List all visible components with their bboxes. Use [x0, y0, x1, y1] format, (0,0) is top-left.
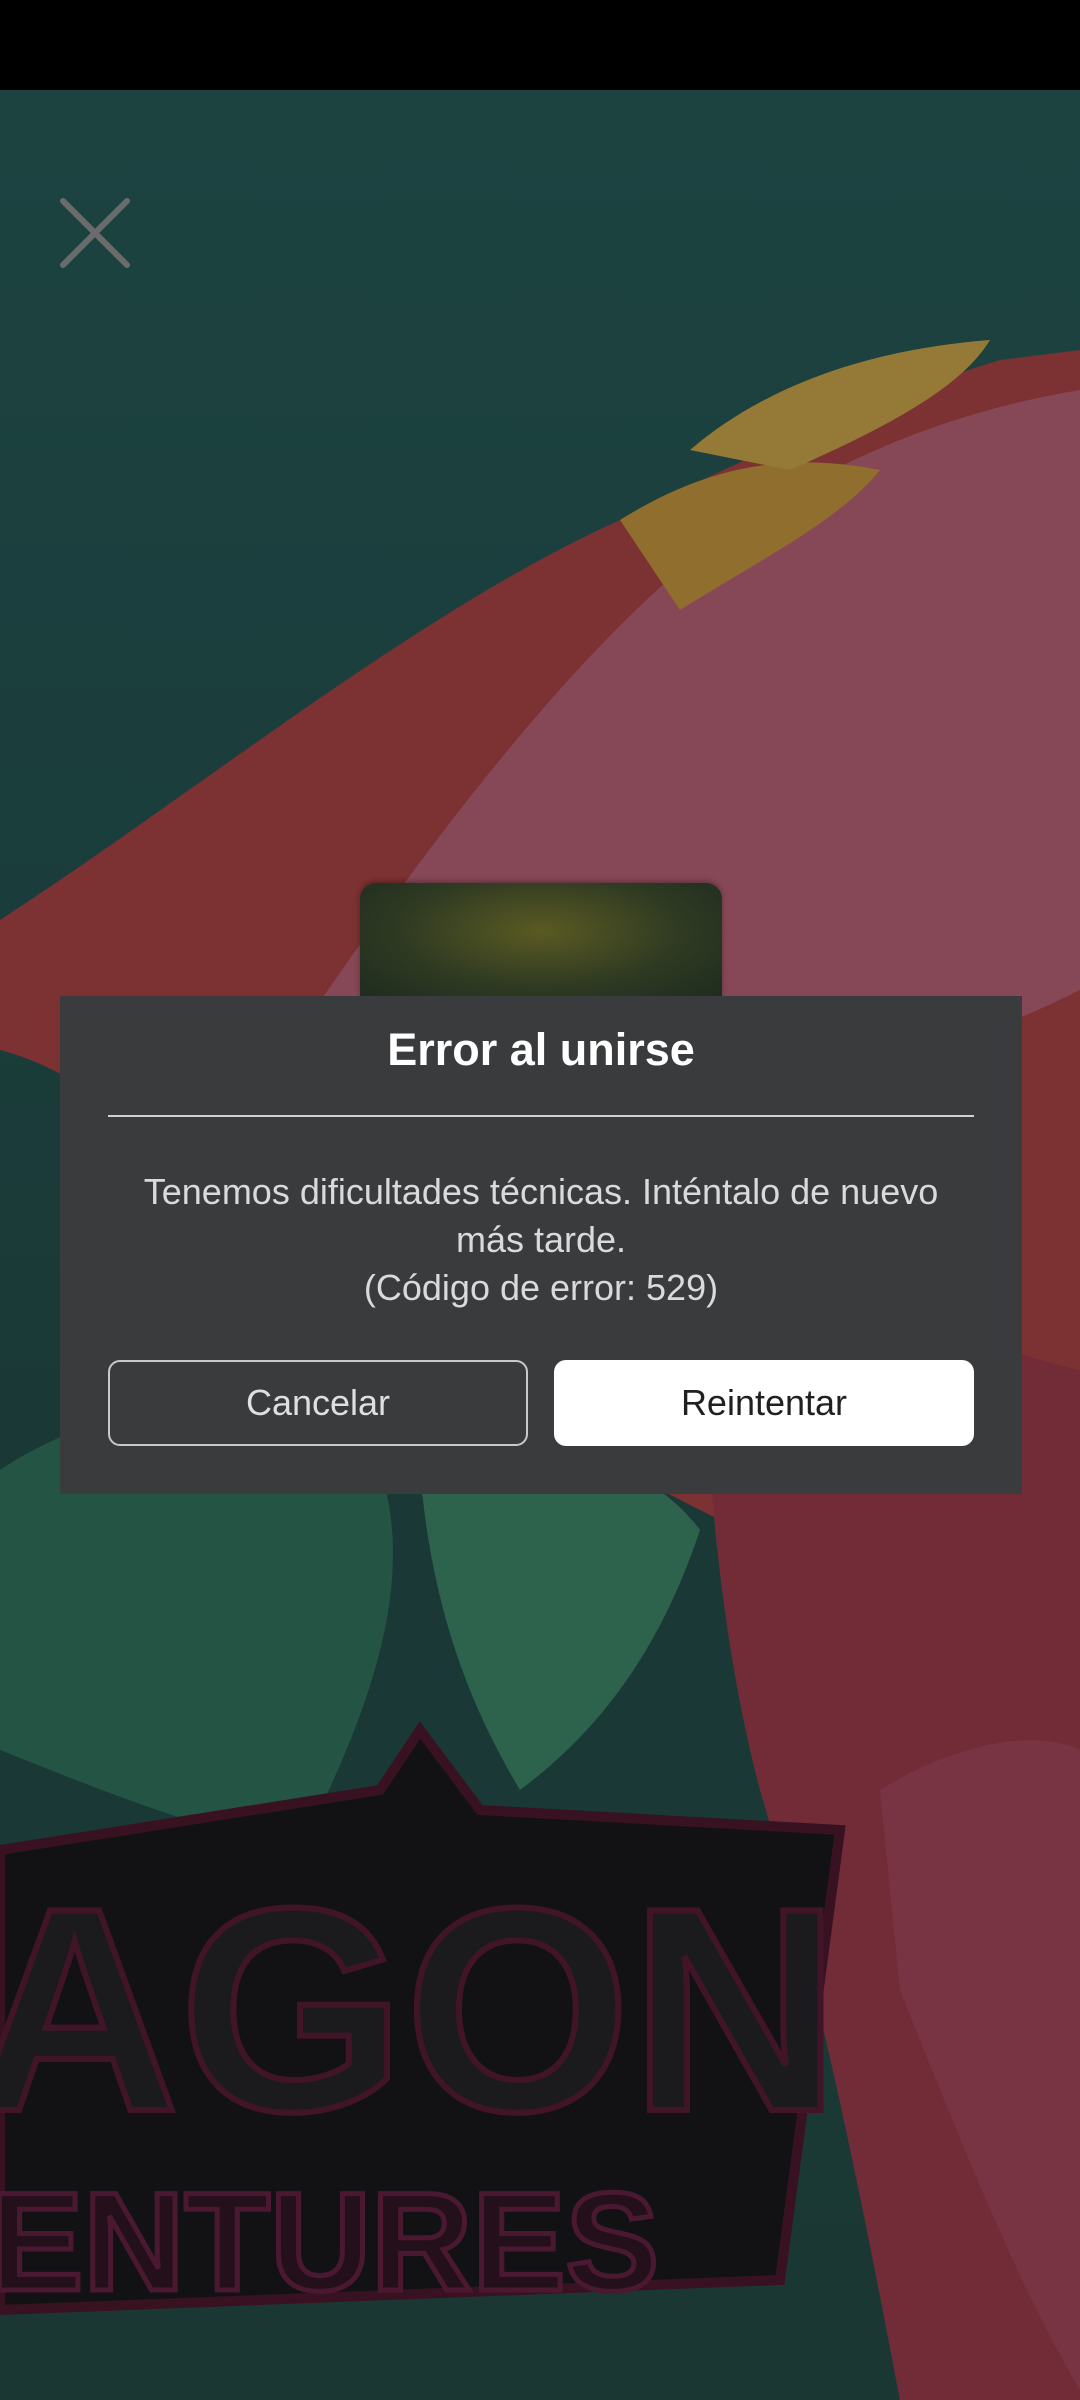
game-thumbnail [360, 883, 722, 1003]
error-code-text: (Código de error: 529) [363, 1267, 719, 1308]
error-message-text: Tenemos dificultades técnicas. Inténtalo… [143, 1171, 939, 1260]
close-button[interactable] [52, 190, 138, 276]
retry-button[interactable]: Reintentar [554, 1360, 974, 1446]
dialog-message: Tenemos dificultades técnicas. Inténtalo… [120, 1168, 962, 1312]
dialog-title: Error al unirse [387, 1024, 695, 1075]
status-bar [0, 0, 1080, 90]
error-dialog: Error al unirse Tenemos dificultades téc… [60, 996, 1022, 1494]
dialog-divider [108, 1115, 974, 1117]
close-icon [60, 198, 130, 268]
cancel-button[interactable]: Cancelar [108, 1360, 528, 1446]
